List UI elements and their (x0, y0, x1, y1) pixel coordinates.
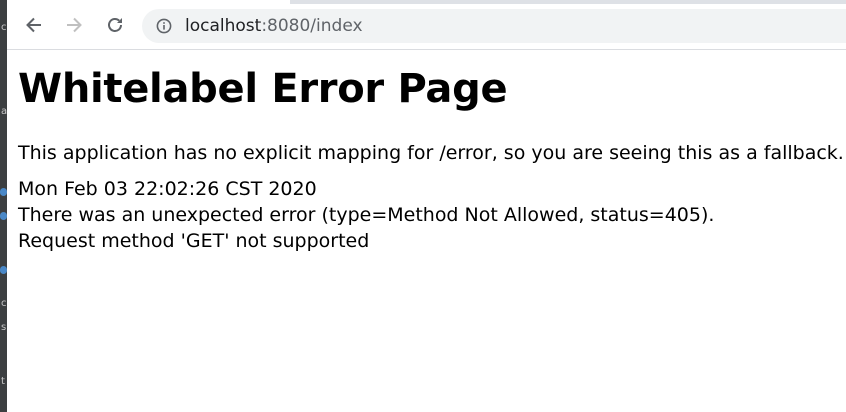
arrow-right-icon (65, 16, 83, 34)
ide-glyph: s (1, 322, 7, 333)
tab-strip-edge (290, 0, 846, 4)
url-text[interactable]: localhost:8080/index (185, 16, 363, 36)
address-bar[interactable]: localhost:8080/index (142, 9, 846, 43)
back-button[interactable] (22, 13, 46, 37)
ide-glyph: c (1, 298, 7, 309)
ide-glyph: t (1, 376, 5, 387)
page-title: Whitelabel Error Page (18, 66, 508, 112)
arrow-left-icon (25, 16, 43, 34)
ide-glyph: a (1, 106, 7, 117)
reload-button[interactable] (103, 13, 127, 37)
url-path: :8080/index (261, 16, 363, 36)
url-host: localhost (185, 16, 262, 36)
error-details: Mon Feb 03 22:02:26 CST 2020 There was a… (18, 176, 846, 254)
ide-dot (0, 266, 7, 274)
info-circle-icon[interactable] (156, 18, 172, 34)
reload-icon (106, 16, 124, 34)
ide-dot (0, 212, 7, 220)
ide-glyph: c (1, 22, 7, 33)
page-content: Whitelabel Error Page This application h… (18, 50, 846, 254)
background-ide-strip: c a c s t (0, 0, 7, 412)
forward-button[interactable] (62, 13, 86, 37)
fallback-message: This application has no explicit mapping… (18, 142, 844, 164)
error-timestamp: Mon Feb 03 22:02:26 CST 2020 (18, 178, 317, 200)
error-detail: Request method 'GET' not supported (18, 230, 370, 252)
error-description: There was an unexpected error (type=Meth… (18, 204, 715, 226)
browser-toolbar: localhost:8080/index (7, 0, 846, 50)
ide-dot (0, 188, 7, 196)
